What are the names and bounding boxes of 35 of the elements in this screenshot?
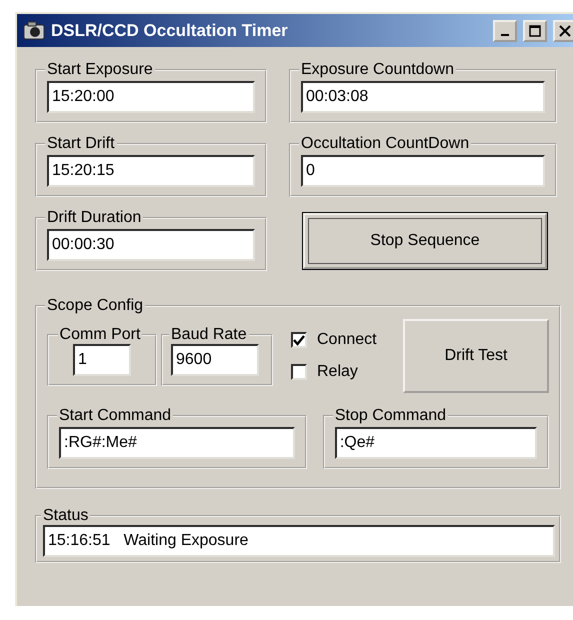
group-label: Start Exposure	[47, 61, 153, 78]
group-label: Occultation CountDown	[301, 135, 470, 152]
text-field[interactable]: 9600	[171, 344, 259, 376]
group-label: Start Drift	[47, 135, 115, 152]
stop-sequence-button[interactable]: Stop Sequence	[303, 213, 547, 269]
minimize-button[interactable]	[493, 20, 517, 42]
group-label: Exposure Countdown	[301, 61, 454, 78]
group-label: Baud Rate	[171, 326, 247, 343]
group-label: Comm Port	[60, 326, 140, 343]
text-field[interactable]: 00:00:30	[47, 229, 255, 261]
group-label: Scope Config	[47, 297, 144, 314]
text-field[interactable]: 00:03:08	[301, 81, 545, 113]
group-label: Stop Command	[334, 407, 446, 424]
checkbox[interactable]	[291, 364, 307, 380]
text-field[interactable]: :RG#:Me#	[59, 427, 295, 459]
text-field[interactable]: 1	[73, 344, 131, 376]
minimize-icon	[501, 34, 509, 36]
close-button[interactable]	[553, 20, 573, 42]
maximize-icon	[529, 24, 541, 36]
text-field[interactable]: :Qe#	[334, 427, 537, 459]
group-label: Start Command	[59, 407, 172, 424]
camera-icon	[23, 20, 45, 40]
group-label: Status	[43, 507, 88, 524]
close-icon	[559, 24, 571, 36]
text-field[interactable]: 0	[301, 155, 545, 187]
checkbox-label: Relay	[317, 363, 358, 381]
checkbox[interactable]	[291, 332, 307, 348]
group-label: Drift Duration	[47, 209, 142, 226]
status-field[interactable]: 15:16:51 Waiting Exposure	[43, 525, 555, 557]
text-field[interactable]: 15:20:00	[47, 81, 255, 113]
maximize-button[interactable]	[523, 20, 547, 42]
checkbox-label: Connect	[317, 331, 377, 349]
text-field[interactable]: 15:20:15	[47, 155, 255, 187]
window-title: DSLR/CCD Occultation Timer	[51, 20, 289, 40]
drift-test-button[interactable]: Drift Test	[403, 319, 549, 393]
